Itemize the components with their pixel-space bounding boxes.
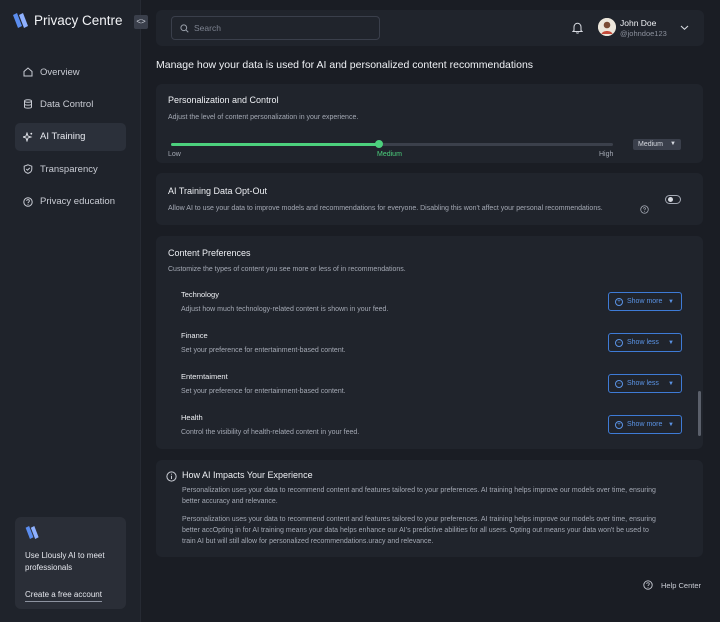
impact-paragraph-1: Personalization uses your data to recomm…	[182, 487, 656, 505]
minus-circle-icon: −	[615, 338, 623, 347]
preferences-title: Content Preferences	[168, 248, 251, 258]
bell-icon[interactable]	[572, 22, 583, 34]
sparkle-icon	[23, 131, 33, 142]
search-box[interactable]	[171, 16, 380, 40]
page-title: Manage how your data is used for AI and …	[156, 59, 534, 71]
plus-circle-icon: +	[615, 420, 623, 429]
brand[interactable]: Privacy Centre	[13, 13, 123, 28]
chevron-down-icon: ▼	[668, 380, 674, 387]
info-icon	[166, 471, 177, 482]
top-bar: John Doe @johndoe123	[156, 10, 704, 46]
optout-description: Allow AI to use your data to improve mod…	[168, 205, 603, 212]
create-account-link[interactable]: Create a free account	[25, 590, 102, 602]
search-input[interactable]	[194, 23, 374, 33]
pref-title-technology: Technology	[181, 290, 219, 299]
chevron-down-icon: ▼	[668, 298, 674, 305]
toggle-knob	[668, 197, 673, 202]
search-icon	[180, 23, 189, 33]
help-center-link[interactable]: Help Center	[643, 580, 701, 590]
personalization-slider[interactable]	[171, 140, 613, 148]
optout-toggle[interactable]	[665, 195, 681, 204]
sidebar-nav: Overview Data Control AI Training Transp…	[15, 58, 126, 220]
logo-icon	[25, 526, 39, 539]
sidebar-item-overview[interactable]: Overview	[15, 58, 126, 86]
pref-title-entertainment: Enterntaiment	[181, 372, 228, 381]
pref-desc-health: Control the visibility of health-related…	[181, 429, 360, 436]
user-handle: @johndoe123	[620, 29, 667, 38]
slider-label-high: High	[599, 151, 614, 158]
impact-paragraph-2: Personalization uses your data to recomm…	[182, 516, 656, 545]
app-title: Privacy Centre	[34, 13, 123, 28]
sidebar-item-data-control[interactable]: Data Control	[15, 90, 126, 118]
collapse-sidebar-button[interactable]: <>	[134, 15, 148, 29]
show-less-button-entertainment[interactable]: − Show less ▼	[608, 374, 682, 393]
optout-title: AI Training Data Opt-Out	[168, 186, 268, 196]
preferences-description: Customize the types of content you see m…	[168, 266, 406, 273]
help-circle-icon	[23, 196, 33, 207]
slider-label-low: Low	[168, 151, 181, 158]
user-name: John Doe	[620, 18, 657, 28]
avatar[interactable]	[598, 18, 616, 36]
sidebar-item-label: Overview	[40, 66, 80, 78]
help-circle-icon	[643, 580, 653, 590]
sidebar-item-label: Data Control	[40, 98, 94, 110]
sidebar-item-transparency[interactable]: Transparency	[15, 155, 126, 183]
sidebar-item-label: Transparency	[40, 163, 98, 175]
plus-circle-icon: +	[615, 297, 623, 306]
pref-title-finance: Finance	[181, 331, 208, 340]
show-more-button-health[interactable]: + Show more ▼	[608, 415, 682, 434]
impact-title: How AI Impacts Your Experience	[182, 470, 313, 480]
help-center-label: Help Center	[661, 580, 702, 590]
scrollbar[interactable]	[698, 391, 701, 436]
button-label: Show less	[627, 380, 659, 387]
promo-text: Use Llously AI to meet professionals	[25, 551, 105, 572]
sidebar: Privacy Centre <> Overview Data Control …	[0, 0, 148, 622]
chevron-down-icon: ▼	[670, 141, 676, 147]
pref-desc-finance: Set your preference for entertainment-ba…	[181, 347, 346, 354]
sidebar-item-label: AI Training	[40, 131, 86, 143]
button-label: Show more	[627, 298, 663, 305]
content-preferences-card: Content Preferences Customize the types …	[156, 236, 703, 449]
home-icon	[23, 67, 33, 77]
chevron-down-icon: ▼	[668, 421, 674, 428]
personalization-title: Personalization and Control	[168, 95, 279, 105]
slider-fill	[171, 143, 379, 146]
sidebar-item-ai-training[interactable]: AI Training	[15, 122, 126, 151]
info-icon[interactable]	[640, 205, 649, 214]
sidebar-item-label: Privacy education	[40, 196, 115, 208]
logo-icon	[13, 13, 28, 28]
slider-label-medium: Medium	[377, 151, 402, 158]
button-label: Show more	[627, 421, 663, 428]
show-more-button-technology[interactable]: + Show more ▼	[608, 292, 682, 311]
promo-card: Use Llously AI to meet professionals Cre…	[15, 517, 126, 609]
show-less-button-finance[interactable]: − Show less ▼	[608, 333, 682, 352]
sidebar-item-privacy-education[interactable]: Privacy education	[15, 188, 126, 216]
pref-desc-technology: Adjust how much technology-related conte…	[181, 306, 389, 313]
pref-title-health: Health	[181, 413, 203, 422]
personalization-description: Adjust the level of content personalizat…	[168, 114, 359, 121]
button-label: Show less	[627, 339, 659, 346]
optout-card: AI Training Data Opt-Out Allow AI to use…	[156, 173, 703, 225]
shield-icon	[23, 164, 33, 175]
minus-circle-icon: −	[615, 379, 623, 388]
avatar-image	[598, 18, 616, 36]
ai-impact-card: How AI Impacts Your Experience Personali…	[156, 460, 703, 557]
pref-desc-entertainment: Set your preference for entertainment-ba…	[181, 388, 346, 395]
chevron-down-icon: ▼	[668, 339, 674, 346]
chevron-down-icon[interactable]	[680, 24, 689, 31]
level-select[interactable]: Medium ▼	[633, 139, 681, 150]
database-icon	[24, 99, 32, 110]
level-select-value: Medium	[638, 141, 663, 148]
slider-thumb[interactable]	[374, 140, 383, 148]
personalization-card: Personalization and Control Adjust the l…	[156, 84, 703, 163]
